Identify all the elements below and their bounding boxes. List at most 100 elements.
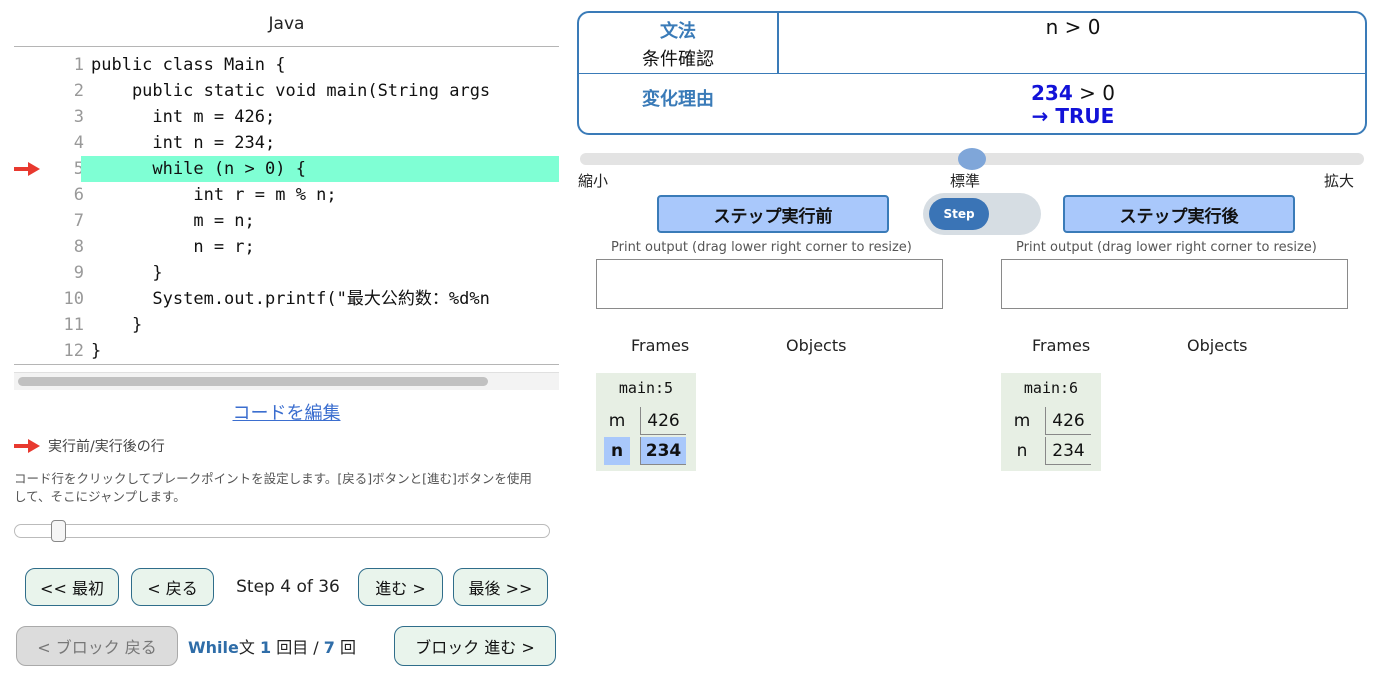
gutter[interactable] (14, 78, 40, 104)
line-number[interactable]: 6 (40, 182, 84, 208)
scrollbar-thumb[interactable] (18, 377, 488, 386)
line-number[interactable]: 8 (40, 234, 84, 260)
block-back-button[interactable]: < ブロック 戻る (16, 626, 178, 666)
block-forward-button[interactable]: ブロック 進む > (394, 626, 556, 666)
gutter[interactable] (14, 338, 40, 364)
variable-name: n (604, 437, 630, 465)
gutter[interactable] (14, 312, 40, 338)
frames-header-before: Frames (631, 336, 690, 355)
frame-name: main:5 (618, 379, 674, 397)
print-output-label-before: Print output (drag lower right corner to… (611, 240, 912, 255)
zoom-slider-thumb[interactable] (958, 148, 986, 170)
code-view[interactable]: 1 public class Main { 2 public static void… (14, 52, 559, 364)
line-number[interactable]: 1 (40, 52, 84, 78)
line-text: } (91, 341, 102, 361)
code-line[interactable]: 9 } (14, 260, 559, 286)
line-number[interactable]: 2 (40, 78, 84, 104)
step-after-button[interactable]: ステップ実行後 (1063, 195, 1295, 233)
grammar-value: 条件確認 (642, 49, 714, 70)
grammar-row: 文法 条件確認 n > 0 (579, 13, 1365, 74)
line-number[interactable]: 9 (40, 260, 84, 286)
red-arrow-icon (14, 439, 40, 453)
code-language-title: Java (268, 14, 305, 34)
step-before-button[interactable]: ステップ実行前 (657, 195, 889, 233)
line-text: while (n > 0) { (81, 156, 559, 182)
loop-unit: 回 (340, 638, 357, 657)
code-line[interactable]: 3 int m = 426; (14, 104, 559, 130)
line-text: m = n; (91, 211, 255, 231)
code-line[interactable]: 7 m = n; (14, 208, 559, 234)
code-top-divider (14, 46, 559, 47)
loop-mid: 回目 / (276, 638, 319, 657)
line-number[interactable]: 5 (40, 156, 84, 182)
print-output-label-after: Print output (drag lower right corner to… (1016, 240, 1317, 255)
objects-header-after: Objects (1187, 336, 1248, 355)
gutter[interactable] (14, 208, 40, 234)
gutter[interactable] (14, 260, 40, 286)
reason-value: 234 (1031, 81, 1073, 105)
stack-frame-after: main:6 m 426 n 234 (1001, 373, 1101, 471)
line-text: int r = m % n; (91, 185, 337, 205)
code-line[interactable]: 4 int n = 234; (14, 130, 559, 156)
line-number[interactable]: 12 (40, 338, 84, 364)
variable-name: m (1013, 411, 1031, 431)
gutter[interactable] (14, 182, 40, 208)
variable-value: 426 (640, 407, 686, 435)
line-text: } (91, 263, 163, 283)
line-number[interactable]: 11 (40, 312, 84, 338)
frames-header-after: Frames (1032, 336, 1091, 355)
line-number[interactable]: 7 (40, 208, 84, 234)
back-button[interactable]: < 戻る (131, 568, 214, 606)
explanation-panel: 文法 条件確認 n > 0 変化理由 234 > 0 → TRUE (577, 11, 1367, 135)
gutter[interactable] (14, 286, 40, 312)
code-line[interactable]: 12} (14, 338, 559, 364)
loop-current: 1 (259, 638, 272, 657)
objects-header-before: Objects (786, 336, 847, 355)
gutter[interactable] (14, 130, 40, 156)
loop-suffix: 文 (238, 638, 255, 657)
step-slider[interactable] (14, 520, 550, 542)
step-slider-handle[interactable] (51, 520, 66, 542)
code-horizontal-scrollbar[interactable] (14, 372, 559, 390)
frame-name: main:6 (1023, 379, 1079, 397)
code-line[interactable]: 1 public class Main { (14, 52, 559, 78)
line-text: System.out.printf("最大公約数：%d%n (91, 289, 490, 309)
code-line[interactable]: 11 } (14, 312, 559, 338)
variable-value: 234 (1045, 437, 1091, 465)
stack-frame-before: main:5 m 426 n 234 (596, 373, 696, 471)
variable-row-n: n 234 (1009, 437, 1091, 465)
code-line[interactable]: 5 while (n > 0) { (14, 156, 559, 182)
code-line[interactable]: 10 System.out.printf("最大公約数：%d%n (14, 286, 559, 312)
last-button[interactable]: 最後 >> (453, 568, 548, 606)
code-line[interactable]: 6 int r = m % n; (14, 182, 559, 208)
print-output-box-before[interactable] (596, 259, 943, 309)
step-toggle[interactable]: Step (923, 193, 1041, 235)
gutter[interactable] (14, 52, 40, 78)
gutter[interactable] (14, 234, 40, 260)
variable-name: n (1016, 441, 1028, 461)
line-text: public static void main(String args (91, 81, 491, 101)
variable-value: 234 (640, 437, 686, 465)
line-text: } (91, 315, 143, 335)
reason-rest: > 0 (1079, 81, 1115, 105)
line-text: public class Main { (91, 55, 286, 75)
code-line[interactable]: 8 n = r; (14, 234, 559, 260)
forward-button[interactable]: 進む > (358, 568, 443, 606)
print-output-box-after[interactable] (1001, 259, 1348, 309)
line-number[interactable]: 4 (40, 130, 84, 156)
legend-text: 実行前/実行後の行 (48, 439, 165, 455)
step-toggle-knob[interactable]: Step (929, 198, 989, 230)
line-text: n = r; (91, 237, 255, 257)
gutter[interactable] (14, 156, 40, 182)
variable-value: 426 (1045, 407, 1091, 435)
code-line[interactable]: 2 public static void main(String args (14, 78, 559, 104)
line-number[interactable]: 3 (40, 104, 84, 130)
first-button[interactable]: << 最初 (25, 568, 119, 606)
line-number[interactable]: 10 (40, 286, 84, 312)
condition-expression: n > 0 (1045, 15, 1101, 39)
edit-code-link[interactable]: コードを編集 (14, 399, 559, 425)
zoom-mid-label: 標準 (950, 172, 981, 190)
step-counter: Step 4 of 36 (236, 577, 340, 597)
gutter[interactable] (14, 104, 40, 130)
current-line-arrow-icon (14, 162, 40, 176)
